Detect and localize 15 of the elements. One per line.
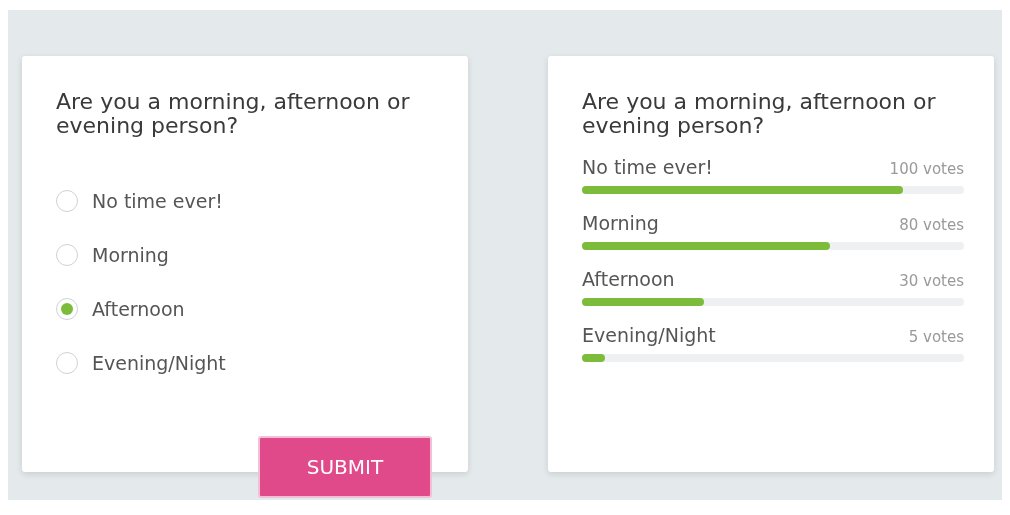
vote-count: 30 votes (899, 272, 964, 290)
vote-count: 5 votes (908, 328, 964, 346)
option-label: Afternoon (92, 298, 185, 320)
option-label: No time ever! (92, 190, 223, 212)
submit-button[interactable]: SUBMIT (258, 436, 432, 498)
result-label: Morning (582, 212, 659, 234)
result-label: No time ever! (582, 156, 713, 178)
poll-question: Are you a morning, afternoon or evening person? (582, 90, 937, 138)
option-label: Evening/Night (92, 352, 226, 374)
option-label: Morning (92, 244, 169, 266)
vote-count: 100 votes (889, 160, 964, 178)
result-label: Afternoon (582, 268, 675, 290)
vote-count: 80 votes (899, 216, 964, 234)
poll-question: Are you a morning, afternoon or evening person? (56, 90, 411, 138)
result-label: Evening/Night (582, 324, 716, 346)
